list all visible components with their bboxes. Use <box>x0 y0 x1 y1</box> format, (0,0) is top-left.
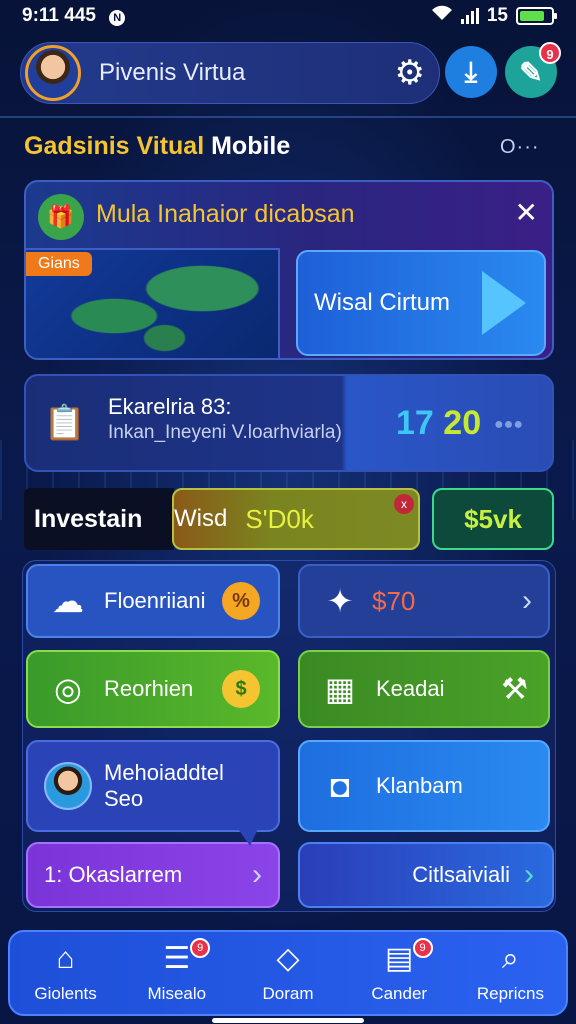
stats-value-green: 20 <box>443 404 482 442</box>
chevron-right-icon: › <box>524 858 534 891</box>
nav-item-doram[interactable]: ◇ Doram <box>232 932 343 1014</box>
tile-label-line2: Seo <box>104 786 144 811</box>
stats-title: Ekarelria 83: <box>108 394 232 419</box>
stats-value-blue: 17 <box>396 404 434 442</box>
video-button[interactable]: Wisal Cirtum <box>296 250 546 356</box>
section-title-highlight: Gadsinis Vitual <box>24 132 205 160</box>
close-icon[interactable]: ✕ <box>515 196 538 229</box>
gift-box-icon: 🎁 <box>38 194 84 240</box>
close-icon[interactable]: x <box>394 494 414 514</box>
calendar-icon: ▤ <box>385 942 414 975</box>
notification-badge: 9 <box>539 42 561 64</box>
coins-icon: ◎ <box>54 671 82 707</box>
notification-badge: 9 <box>412 938 433 958</box>
avatar[interactable] <box>25 45 81 101</box>
nav-item-giolents[interactable]: ⌂ Giolents <box>10 932 121 1014</box>
status-bar: 9:11 445 N 15 <box>0 0 576 32</box>
chat-icon: ◘ <box>330 768 350 804</box>
map-tag: Gians <box>26 252 92 276</box>
home-icon: ⌂ <box>56 942 75 975</box>
nav-item-misealo[interactable]: ☰ 9 Misealo <box>121 932 232 1014</box>
battery-fill <box>520 11 544 21</box>
tile-profile[interactable]: Mehoiaddtel Seo <box>26 740 280 832</box>
chevron-right-icon: › <box>522 584 532 617</box>
more-menu-button[interactable]: O··· <box>500 136 540 159</box>
notification-badge: 9 <box>190 938 211 958</box>
section-title-rest: Mobile <box>211 132 291 160</box>
download-icon: ⤓ <box>464 55 478 87</box>
promo-title: Mula Inahaior dicabsan <box>96 200 355 228</box>
tile-floenriiani[interactable]: ☁ Floenriiani % <box>26 564 280 638</box>
section-title: Gadsinis Vitual Mobile <box>24 132 290 161</box>
stats-subtitle: Inkan_Ineyeni V.loarhviarla) <box>108 422 342 443</box>
tile-citlsaiviali[interactable]: Citlsaiviali › <box>298 842 554 908</box>
user-name: Pivenis Virtua <box>99 59 246 86</box>
building-icon: ▦ <box>324 671 356 707</box>
investment-bar-label: Wisd <box>174 505 228 532</box>
notification-icon: N <box>109 10 126 26</box>
investment-bar[interactable]: Wisd S'D0k x <box>172 488 420 550</box>
tile-label: Reorhien <box>104 676 194 701</box>
battery-icon <box>516 7 557 25</box>
bottom-navigation: ⌂ Giolents ☰ 9 Misealo ◇ Doram ▤ 9 Cande… <box>8 930 568 1016</box>
nav-label: Cander <box>371 984 428 1003</box>
clipboard-icon: 📋 <box>43 404 87 442</box>
status-time: 9:11 445 N <box>22 5 431 27</box>
tile-label-line1: Mehoiaddtel <box>104 760 224 785</box>
tile-okaslarrem[interactable]: 1: Okaslarrem › <box>26 842 280 908</box>
profile-header[interactable]: Pivenis Virtua ⚙ <box>20 42 440 104</box>
network-label: 15 <box>486 5 508 26</box>
nav-item-cander[interactable]: ▤ 9 Cander <box>344 932 455 1014</box>
play-icon <box>476 267 536 339</box>
rocket-icon: ✦ <box>326 583 354 619</box>
video-button-label: Wisal Cirtum <box>314 289 450 316</box>
nav-label: Misealo <box>147 984 207 1003</box>
tile-label: Floenriiani <box>104 588 206 613</box>
dots-icon: ●●● <box>494 416 523 433</box>
download-button[interactable]: ⤓ <box>445 46 497 98</box>
stats-card[interactable]: 📋 Ekarelria 83: Inkan_Ineyeni V.loarhvia… <box>24 374 554 472</box>
promo-card[interactable]: 🎁 Mula Inahaior dicabsan ✕ Gians Wisal C… <box>24 180 554 360</box>
status-time-text: 9:11 445 <box>22 5 96 26</box>
tool-icon: ⚒ <box>501 672 528 706</box>
tile-label: Klanbam <box>376 773 463 798</box>
cloud-icon: ☁ <box>52 583 84 619</box>
gear-icon[interactable]: ⚙ <box>395 53 425 93</box>
header-divider <box>0 116 576 118</box>
tile-klanbam[interactable]: ◘ Klanbam <box>298 740 550 832</box>
investment-label: Investain <box>24 488 174 550</box>
investment-pill[interactable]: $5vk <box>432 488 554 550</box>
status-right: 15 <box>431 5 557 27</box>
nav-item-repricns[interactable]: ⌕ Repricns <box>455 932 566 1014</box>
coin-icon: % <box>222 582 260 620</box>
dollar-coin-icon: $ <box>222 670 260 708</box>
tile-price[interactable]: ✦ $70 › <box>298 564 550 638</box>
nav-label: Giolents <box>34 984 97 1003</box>
edit-button[interactable]: ✎ 9 <box>505 42 561 98</box>
search-icon: ⌕ <box>502 942 519 975</box>
tile-price-value: $70 <box>372 585 416 616</box>
person-avatar-icon <box>44 762 92 810</box>
investment-bar-amount: S'D0k <box>245 503 314 534</box>
tile-label: Keadai <box>376 676 445 701</box>
tile-reorhien[interactable]: ◎ Reorhien $ <box>26 650 280 728</box>
list-icon: ☰ <box>163 942 191 975</box>
wifi-icon <box>431 5 453 27</box>
edit-icon: ✎ <box>519 56 543 88</box>
nav-label: Doram <box>262 984 314 1003</box>
document-icon: ◇ <box>276 942 300 975</box>
tile-two-line: Mehoiaddtel Seo <box>104 760 224 812</box>
chevron-right-icon: › <box>252 858 262 891</box>
nav-label: Repricns <box>476 984 544 1003</box>
tile-keadai[interactable]: ▦ Keadai ⚒ <box>298 650 550 728</box>
tile-label: 1: Okaslarrem <box>44 862 183 887</box>
tile-label: Citlsaiviali <box>412 862 510 887</box>
home-indicator[interactable] <box>212 1018 364 1023</box>
signal-icon <box>460 8 479 24</box>
stats-value: 17 20 <box>396 404 481 443</box>
